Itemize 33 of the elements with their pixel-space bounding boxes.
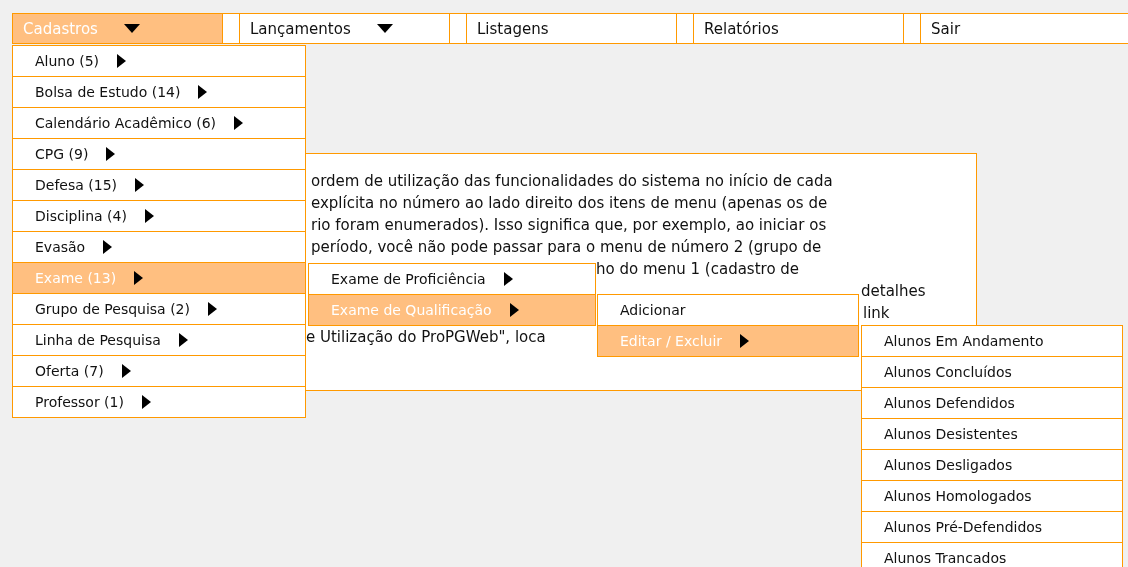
menu-item[interactable]: Calendário Acadêmico (6) <box>13 108 305 139</box>
menu-item[interactable]: Disciplina (4) <box>13 201 305 232</box>
menu-item[interactable]: Bolsa de Estudo (14) <box>13 77 305 108</box>
body-text-line: ordem de utilização das funcionalidades do sistema no início de cada <box>311 172 833 190</box>
body-text-line: rio foram enumerados). Isso significa que, por exemplo, ao iniciar os <box>311 216 827 234</box>
menu-item[interactable]: Linha de Pesquisa <box>13 325 305 356</box>
body-text-line: período, você não pode passar para o menu de número 2 (grupo de <box>311 238 822 256</box>
body-text-line: e Utilização do ProPGWeb", loca <box>306 328 546 346</box>
menu-separator <box>450 13 466 44</box>
body-text-line: ho do menu 1 (cadastro de <box>596 260 800 278</box>
menu-item[interactable]: Alunos Em Andamento <box>862 326 1122 357</box>
menu-item[interactable]: Alunos Homologados <box>862 481 1122 512</box>
menu-item[interactable]: Professor (1) <box>13 387 305 418</box>
menu-item[interactable]: Aluno (5) <box>13 46 305 77</box>
menu-item[interactable]: Alunos Concluídos <box>862 357 1122 388</box>
body-text-line: link <box>863 304 890 322</box>
menu-item[interactable]: Grupo de Pesquisa (2) <box>13 294 305 325</box>
menu-item[interactable]: Alunos Trancados <box>862 543 1122 567</box>
menu-item[interactable]: Alunos Pré-Defendidos <box>862 512 1122 543</box>
menu-separator <box>677 13 693 44</box>
menu-bar-item[interactable]: Listagens <box>466 13 677 44</box>
menu-bar-item[interactable]: Relatórios <box>693 13 904 44</box>
body-text-line: detalhes <box>861 282 926 300</box>
body-text-line: explícita no número ao lado direito dos itens de menu (apenas os de <box>311 194 828 212</box>
menu-separator <box>904 13 920 44</box>
menu-item[interactable]: Alunos Desligados <box>862 450 1122 481</box>
menu-item[interactable]: Defesa (15) <box>13 170 305 201</box>
menu-item[interactable]: CPG (9) <box>13 139 305 170</box>
menu-item[interactable]: Alunos Desistentes <box>862 419 1122 450</box>
menu-bar-item[interactable]: Lançamentos <box>239 13 450 44</box>
menu-item[interactable]: Oferta (7) <box>13 356 305 387</box>
menu-bar-item[interactable]: Sair <box>920 13 1128 44</box>
menu-item[interactable]: Alunos Defendidos <box>862 388 1122 419</box>
